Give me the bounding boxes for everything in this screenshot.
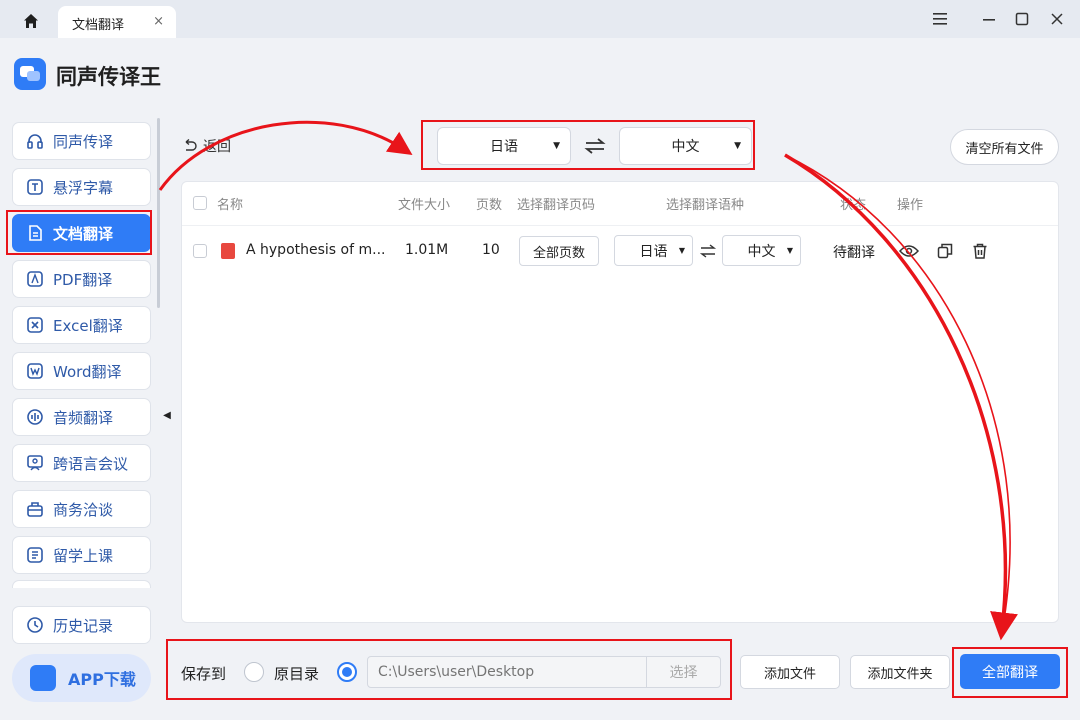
annotation-box-translate <box>952 647 1068 698</box>
minimize-icon[interactable] <box>978 8 1000 30</box>
pdf-file-icon <box>221 243 235 259</box>
subtitle-icon <box>25 177 45 197</box>
sidebar-item-word[interactable]: Word翻译 <box>12 352 151 390</box>
tab-label: 文档翻译 <box>72 18 125 33</box>
row-swap-icon[interactable] <box>699 243 717 259</box>
briefcase-icon <box>25 499 45 519</box>
close-icon[interactable] <box>1046 8 1068 30</box>
back-arrow-icon <box>185 139 197 151</box>
home-icon[interactable] <box>14 8 48 34</box>
header-pages: 页数 <box>476 198 503 213</box>
sidebar-item-simultaneous[interactable]: 同声传译 <box>12 122 151 160</box>
maximize-icon[interactable] <box>1011 8 1033 30</box>
headphones-icon <box>25 131 45 151</box>
annotation-box-languages <box>421 120 755 170</box>
app-logo-icon <box>30 665 56 691</box>
sidebar-item-label: 音频翻译 <box>53 408 114 427</box>
sidebar-item-label: 留学上课 <box>53 546 114 565</box>
book-icon <box>25 545 45 565</box>
file-status: 待翻译 <box>833 245 875 261</box>
word-icon <box>25 361 45 381</box>
back-label: 返回 <box>203 139 231 155</box>
trash-icon[interactable] <box>970 241 990 261</box>
select-all-checkbox[interactable] <box>193 196 207 210</box>
menu-icon[interactable] <box>929 8 951 30</box>
pdf-icon <box>25 269 45 289</box>
sidebar-item-label: PDF翻译 <box>53 270 113 289</box>
sidebar-item-audio[interactable]: 音频翻译 <box>12 398 151 436</box>
sidebar-item-label: Excel翻译 <box>53 316 123 335</box>
add-folder-button[interactable]: 添加文件夹 <box>850 655 950 689</box>
header-size: 文件大小 <box>398 198 451 213</box>
meeting-icon <box>25 453 45 473</box>
row-source-language-select[interactable]: 日语 ▼ <box>614 235 693 266</box>
back-button[interactable]: 返回 <box>182 136 231 156</box>
file-pages: 10 <box>482 242 500 258</box>
annotation-box-sidebar <box>6 210 152 255</box>
clock-icon <box>25 615 45 635</box>
page-range-button[interactable]: 全部页数 <box>519 236 599 266</box>
excel-icon <box>25 315 45 335</box>
row-target-language-select[interactable]: 中文 ▼ <box>722 235 801 266</box>
chevron-down-icon: ▼ <box>786 246 793 255</box>
sidebar-item-label: 商务洽谈 <box>53 500 114 519</box>
sidebar-item-excel[interactable]: Excel翻译 <box>12 306 151 344</box>
chevron-down-icon: ▼ <box>678 246 685 255</box>
file-name[interactable]: A hypothesis of m... <box>246 242 385 258</box>
sidebar-item-label: 悬浮字幕 <box>53 178 114 197</box>
sidebar-item-business[interactable]: 商务洽谈 <box>12 490 151 528</box>
header-page-range: 选择翻译页码 <box>517 198 596 213</box>
sidebar-item-history[interactable]: 历史记录 <box>12 606 151 644</box>
sidebar-item-label: 跨语言会议 <box>53 454 129 473</box>
sidebar-item-meeting[interactable]: 跨语言会议 <box>12 444 151 482</box>
file-size: 1.01M <box>405 242 449 258</box>
sidebar-item-label: 同声传译 <box>53 132 114 151</box>
sidebar-item-label: Word翻译 <box>53 362 122 381</box>
add-file-button[interactable]: 添加文件 <box>740 655 840 689</box>
header-name: 名称 <box>217 198 244 213</box>
row-checkbox[interactable] <box>193 244 207 258</box>
app-logo-icon <box>14 58 46 90</box>
tab-close-icon[interactable]: × <box>153 14 164 29</box>
header-status: 状态 <box>840 198 867 213</box>
sidebar-scrollbar[interactable] <box>157 118 160 308</box>
row-target-language-value: 中文 <box>747 243 776 260</box>
annotation-box-save <box>166 639 732 700</box>
preview-eye-icon[interactable] <box>899 241 919 261</box>
clear-all-files-button[interactable]: 清空所有文件 <box>950 129 1059 165</box>
sidebar-item-partial <box>12 580 151 588</box>
sidebar-item-pdf[interactable]: PDF翻译 <box>12 260 151 298</box>
header-actions: 操作 <box>897 198 924 213</box>
collapse-sidebar-icon[interactable]: ◀ <box>160 400 174 430</box>
app-download-label: APP下载 <box>68 670 136 689</box>
header-languages: 选择翻译语种 <box>666 198 745 213</box>
app-download-button[interactable]: APP下载 <box>12 654 151 702</box>
audio-icon <box>25 407 45 427</box>
tab-document-translate[interactable]: 文档翻译 × <box>58 6 176 38</box>
app-title: 同声传译王 <box>56 65 161 89</box>
title-bar: 文档翻译 × <box>0 0 1080 38</box>
copy-icon[interactable] <box>935 241 955 261</box>
sidebar-item-subtitle[interactable]: 悬浮字幕 <box>12 168 151 206</box>
sidebar-item-label: 历史记录 <box>53 616 114 635</box>
row-source-language-value: 日语 <box>639 243 668 260</box>
header-divider <box>182 225 1058 226</box>
sidebar-item-study[interactable]: 留学上课 <box>12 536 151 574</box>
